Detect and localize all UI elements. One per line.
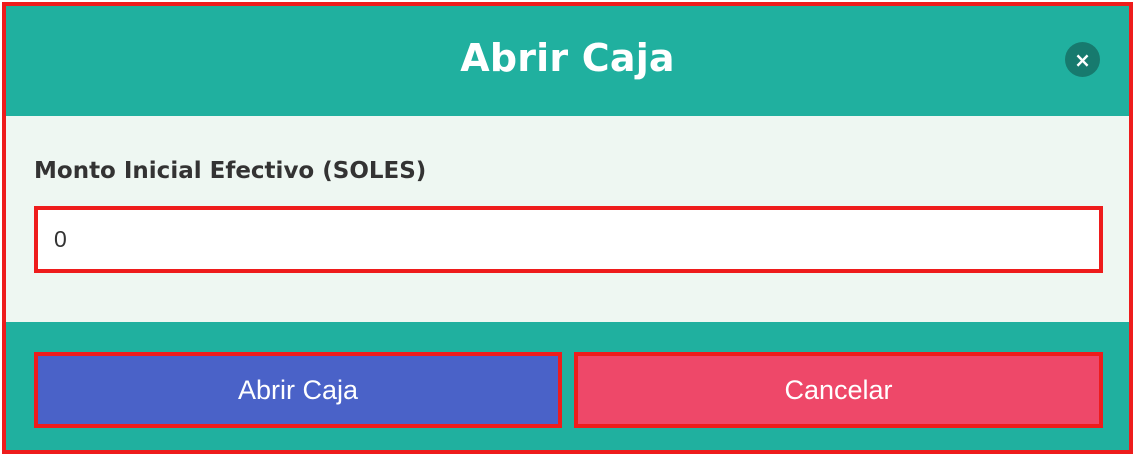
dialog-title: Abrir Caja: [460, 36, 675, 80]
close-icon[interactable]: ×: [1065, 42, 1100, 77]
amount-label: Monto Inicial Efectivo (SOLES): [34, 158, 427, 184]
dialog-footer: Abrir Caja Cancelar: [6, 322, 1129, 450]
dialog-header: Abrir Caja ×: [6, 6, 1129, 116]
open-register-button[interactable]: Abrir Caja: [34, 352, 562, 428]
initial-amount-input[interactable]: [34, 206, 1103, 273]
open-register-dialog: Abrir Caja × Monto Inicial Efectivo (SOL…: [2, 2, 1133, 454]
cancel-button[interactable]: Cancelar: [574, 352, 1103, 428]
dialog-body: Monto Inicial Efectivo (SOLES): [6, 116, 1129, 322]
